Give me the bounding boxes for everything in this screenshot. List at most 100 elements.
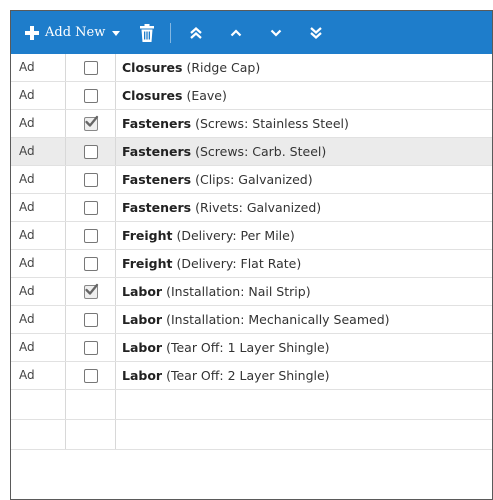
row-item-detail: (Delivery: Per Mile) [172, 228, 295, 243]
move-to-top-button[interactable] [189, 26, 203, 40]
item-grid: Ad Closures (Ridge Cap) Ad Closures (Eav… [11, 54, 492, 450]
row-checkbox[interactable] [83, 368, 98, 383]
row-description: Closures (Ridge Cap) [116, 54, 492, 81]
empty-row [11, 420, 492, 450]
row-tag: Ad [11, 362, 66, 389]
table-row[interactable]: Ad Freight (Delivery: Per Mile) [11, 222, 492, 250]
table-row[interactable]: Ad Fasteners (Screws: Carb. Steel) [11, 138, 492, 166]
row-checkbox-cell [66, 54, 116, 81]
row-checkbox-cell [66, 194, 116, 221]
row-item-name: Closures [122, 88, 183, 103]
row-description: Fasteners (Rivets: Galvanized) [116, 194, 492, 221]
row-item-name: Fasteners [122, 116, 192, 131]
row-tag: Ad [11, 54, 66, 81]
row-checkbox[interactable] [83, 283, 98, 299]
row-item-name: Fasteners [122, 172, 192, 187]
row-description: Freight (Delivery: Per Mile) [116, 222, 492, 249]
row-checkbox-cell [66, 362, 116, 389]
row-description: Fasteners (Screws: Carb. Steel) [116, 138, 492, 165]
move-down-button[interactable] [269, 26, 283, 40]
row-item-detail: (Rivets: Galvanized) [191, 200, 322, 215]
double-chevron-up-icon [190, 26, 203, 39]
item-list-panel: Add New Ad Closures (Ridge Cap) Ad Closu… [10, 10, 493, 500]
empty-cell [116, 390, 492, 419]
row-item-name: Labor [122, 368, 163, 383]
row-checkbox[interactable] [83, 256, 98, 271]
row-item-name: Fasteners [122, 144, 192, 159]
row-item-name: Labor [122, 340, 163, 355]
row-item-name: Closures [122, 60, 183, 75]
row-description: Labor (Installation: Mechanically Seamed… [116, 306, 492, 333]
table-row[interactable]: Ad Labor (Installation: Nail Strip) [11, 278, 492, 306]
table-row[interactable]: Ad Labor (Tear Off: 1 Layer Shingle) [11, 334, 492, 362]
table-row[interactable]: Ad Freight (Delivery: Flat Rate) [11, 250, 492, 278]
table-row[interactable]: Ad Fasteners (Screws: Stainless Steel) [11, 110, 492, 138]
table-row[interactable]: Ad Closures (Eave) [11, 82, 492, 110]
row-item-detail: (Tear Off: 2 Layer Shingle) [162, 368, 330, 383]
row-description: Closures (Eave) [116, 82, 492, 109]
row-checkbox[interactable] [83, 228, 98, 243]
row-item-name: Freight [122, 256, 173, 271]
row-checkbox[interactable] [83, 88, 98, 103]
move-to-bottom-button[interactable] [309, 26, 323, 40]
toolbar: Add New [11, 11, 492, 54]
row-tag: Ad [11, 166, 66, 193]
empty-cell [11, 420, 66, 449]
empty-cell [66, 390, 116, 419]
row-item-detail: (Delivery: Flat Rate) [172, 256, 302, 271]
row-checkbox[interactable] [83, 172, 98, 187]
row-tag: Ad [11, 82, 66, 109]
row-checkbox-cell [66, 250, 116, 277]
row-item-detail: (Tear Off: 1 Layer Shingle) [162, 340, 330, 355]
row-checkbox[interactable] [83, 340, 98, 355]
row-checkbox-cell [66, 222, 116, 249]
row-tag: Ad [11, 278, 66, 305]
caret-down-icon [112, 31, 121, 36]
plus-icon [25, 25, 39, 40]
row-checkbox-cell [66, 306, 116, 333]
row-item-detail: (Ridge Cap) [182, 60, 261, 75]
row-description: Fasteners (Clips: Galvanized) [116, 166, 492, 193]
double-chevron-down-icon [310, 26, 323, 39]
add-new-button[interactable]: Add New [25, 25, 121, 40]
table-row[interactable]: Ad Fasteners (Rivets: Galvanized) [11, 194, 492, 222]
row-item-name: Freight [122, 228, 173, 243]
chevron-down-icon [271, 29, 282, 37]
row-description: Fasteners (Screws: Stainless Steel) [116, 110, 492, 137]
row-description: Labor (Tear Off: 2 Layer Shingle) [116, 362, 492, 389]
row-checkbox[interactable] [83, 144, 98, 159]
table-row[interactable]: Ad Closures (Ridge Cap) [11, 54, 492, 82]
row-checkbox-cell [66, 166, 116, 193]
row-checkbox[interactable] [83, 312, 98, 327]
empty-row [11, 390, 492, 420]
row-checkbox[interactable] [83, 115, 98, 131]
row-tag: Ad [11, 194, 66, 221]
row-checkbox[interactable] [83, 200, 98, 215]
row-checkbox-cell [66, 82, 116, 109]
row-item-detail: (Installation: Mechanically Seamed) [162, 312, 390, 327]
toolbar-divider [170, 22, 172, 43]
row-checkbox-cell [66, 334, 116, 361]
row-checkbox-cell [66, 110, 116, 137]
row-checkbox[interactable] [83, 60, 98, 75]
checkmark-icon [84, 115, 98, 127]
row-checkbox-cell [66, 138, 116, 165]
table-row[interactable]: Ad Labor (Installation: Mechanically Sea… [11, 306, 492, 334]
row-item-detail: (Installation: Nail Strip) [162, 284, 311, 299]
empty-cell [11, 390, 66, 419]
empty-cell [66, 420, 116, 449]
trash-icon[interactable] [140, 23, 155, 42]
table-row[interactable]: Ad Fasteners (Clips: Galvanized) [11, 166, 492, 194]
row-item-detail: (Clips: Galvanized) [191, 172, 313, 187]
add-new-label: Add New [45, 25, 106, 40]
table-row[interactable]: Ad Labor (Tear Off: 2 Layer Shingle) [11, 362, 492, 390]
row-description: Labor (Tear Off: 1 Layer Shingle) [116, 334, 492, 361]
row-item-detail: (Eave) [182, 88, 227, 103]
move-up-button[interactable] [229, 26, 243, 40]
row-item-detail: (Screws: Carb. Steel) [191, 144, 327, 159]
row-tag: Ad [11, 222, 66, 249]
row-checkbox-cell [66, 278, 116, 305]
row-item-name: Labor [122, 312, 163, 327]
row-item-name: Labor [122, 284, 163, 299]
row-tag: Ad [11, 110, 66, 137]
